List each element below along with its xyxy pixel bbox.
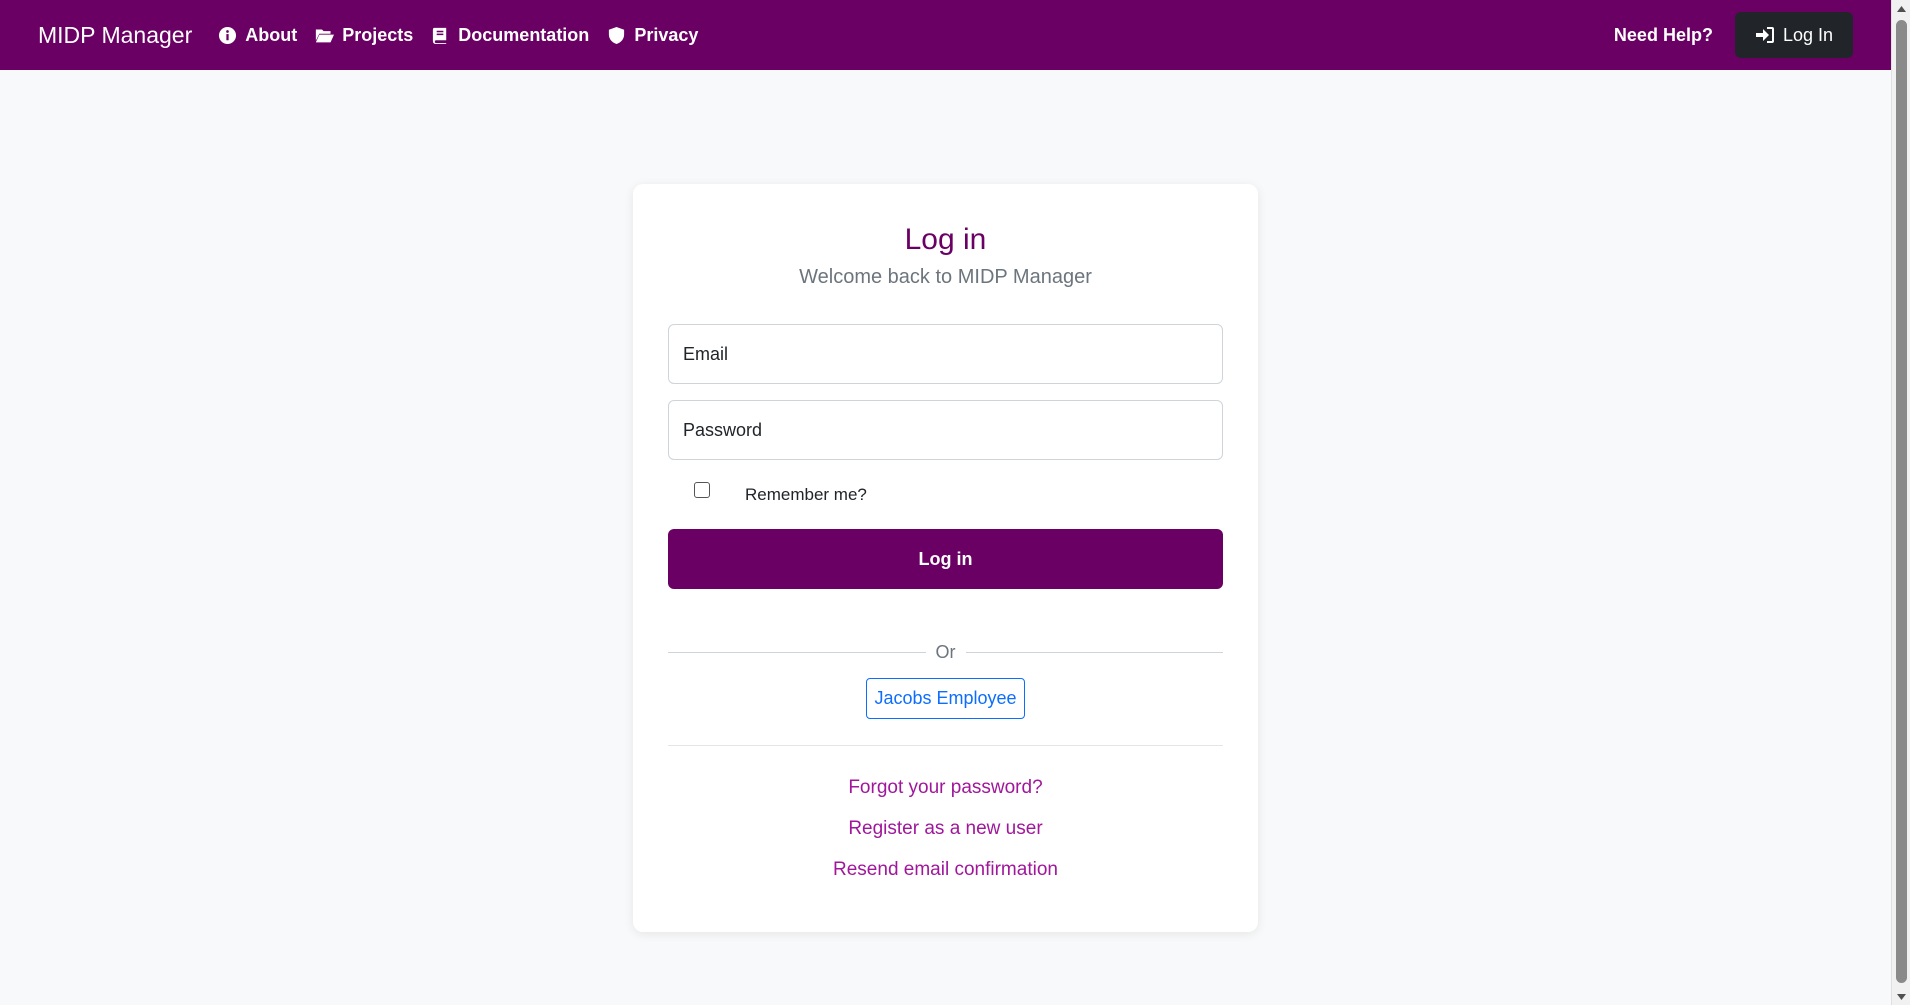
nav-item-label: Privacy: [634, 24, 699, 45]
login-card: Log in Welcome back to MIDP Manager Emai…: [633, 184, 1258, 932]
folder-open-icon: [316, 28, 335, 42]
top-navbar: MIDP Manager About Projects Documentatio…: [0, 0, 1891, 70]
email-placeholder: Email: [683, 343, 729, 364]
divider-text: Or: [935, 641, 956, 662]
nav-item-privacy[interactable]: Privacy: [607, 25, 698, 46]
scroll-down-arrow[interactable]: [1892, 988, 1910, 1005]
nav-item-label: About: [245, 24, 298, 45]
forgot-password-link[interactable]: Forgot your password?: [668, 776, 1223, 800]
remember-me-checkbox[interactable]: [694, 482, 710, 498]
brand-link[interactable]: MIDP Manager: [38, 22, 192, 49]
need-help-link[interactable]: Need Help?: [1614, 25, 1713, 46]
nav-right: Need Help? Log In: [1614, 12, 1853, 58]
nav-item-about[interactable]: About: [218, 25, 297, 46]
login-subtitle: Welcome back to MIDP Manager: [799, 266, 1092, 288]
password-field[interactable]: Password: [668, 400, 1223, 460]
navbar-login-label: Log In: [1782, 24, 1833, 45]
account-links: Forgot your password? Register as a new …: [668, 776, 1223, 882]
email-field[interactable]: Email: [668, 324, 1223, 384]
nav-item-projects[interactable]: Projects: [315, 25, 413, 46]
separator: [668, 745, 1223, 746]
divider-line: [965, 651, 1223, 653]
scrollbar-thumb[interactable]: [1896, 20, 1907, 983]
nav-links: About Projects Documentation Privacy: [218, 25, 716, 46]
divider-line: [668, 651, 926, 653]
page: MIDP Manager About Projects Documentatio…: [0, 0, 1910, 1005]
register-link[interactable]: Register as a new user: [668, 817, 1223, 841]
info-circle-icon: [219, 26, 237, 44]
resend-confirmation-link[interactable]: Resend email confirmation: [668, 858, 1223, 882]
password-placeholder: Password: [683, 419, 763, 440]
jacobs-employee-button[interactable]: Jacobs Employee: [866, 678, 1025, 719]
remember-me-label[interactable]: Remember me?: [745, 485, 867, 505]
nav-item-label: Documentation: [458, 24, 590, 45]
remember-me-row: Remember me?: [668, 480, 1223, 504]
login-submit-button[interactable]: Log in: [668, 529, 1223, 589]
sign-in-icon: [1755, 27, 1774, 43]
external-login-wrap: Jacobs Employee: [668, 678, 1223, 719]
login-title: Log in: [904, 223, 987, 256]
nav-item-label: Projects: [342, 24, 414, 45]
navbar-login-button[interactable]: Log In: [1734, 12, 1853, 58]
scroll-up-arrow[interactable]: [1892, 0, 1910, 17]
shield-icon: [609, 26, 625, 44]
nav-item-documentation[interactable]: Documentation: [431, 25, 589, 46]
book-icon: [433, 27, 447, 44]
or-divider: Or: [668, 641, 1223, 663]
vertical-scrollbar[interactable]: [1891, 0, 1910, 1005]
